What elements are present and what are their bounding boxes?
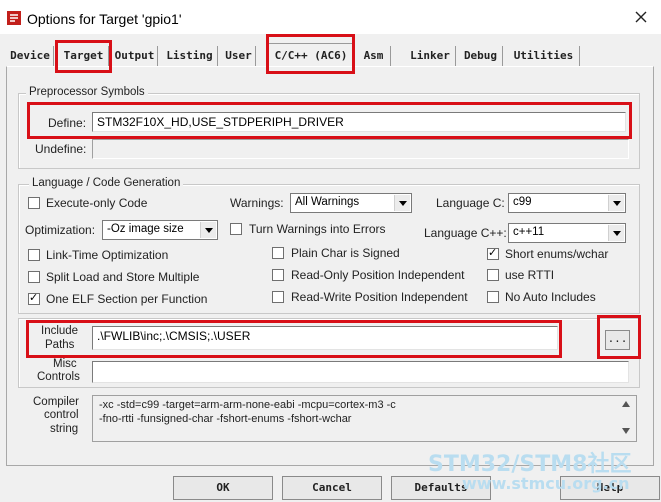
plain-char-signed-checkbox[interactable] bbox=[272, 247, 284, 259]
watermark-url: www.stmcu.org.cn bbox=[462, 474, 630, 493]
tab-cc-ac6[interactable]: C/C++ (AC6) bbox=[268, 43, 354, 67]
optimization-select[interactable]: -Oz image size bbox=[102, 220, 218, 240]
scroll-up-icon[interactable] bbox=[622, 401, 630, 407]
compiler-control-label-2: control bbox=[44, 409, 79, 421]
undefine-label: Undefine: bbox=[35, 142, 87, 156]
cancel-button[interactable]: Cancel bbox=[282, 476, 382, 500]
tab-utilities[interactable]: Utilities bbox=[508, 46, 580, 66]
tab-debug[interactable]: Debug bbox=[459, 46, 503, 66]
ellipsis-icon[interactable]: ... bbox=[605, 330, 630, 350]
preprocessor-group-title: Preprocessor Symbols bbox=[26, 86, 148, 98]
include-paths-input[interactable]: .\FWLIB\inc;.\CMSIS;.\USER bbox=[92, 326, 558, 350]
use-rtti-checkbox[interactable] bbox=[487, 269, 499, 281]
chevron-down-icon[interactable] bbox=[200, 222, 216, 238]
options-dialog: Options for Target 'gpio1' Device Target… bbox=[0, 0, 661, 502]
language-c-select[interactable]: c99 bbox=[508, 193, 626, 213]
tab-target[interactable]: Target bbox=[59, 46, 109, 66]
no-auto-includes-checkbox[interactable] bbox=[487, 291, 499, 303]
ok-button[interactable]: OK bbox=[173, 476, 273, 500]
use-rtti-label: use RTTI bbox=[505, 268, 555, 282]
misc-controls-label-1: Misc bbox=[53, 358, 77, 370]
tab-user[interactable]: User bbox=[222, 46, 256, 66]
chevron-down-icon[interactable] bbox=[608, 195, 624, 211]
short-enums-label: Short enums/wchar bbox=[505, 247, 609, 261]
define-input[interactable]: STM32F10X_HD,USE_STDPERIPH_DRIVER bbox=[92, 112, 626, 132]
turn-warnings-errors-checkbox[interactable] bbox=[230, 223, 242, 235]
tab-output[interactable]: Output bbox=[112, 46, 158, 66]
warnings-label: Warnings: bbox=[230, 196, 284, 210]
define-label: Define: bbox=[48, 116, 87, 130]
compiler-control-label-3: string bbox=[50, 423, 79, 435]
language-c-value: c99 bbox=[513, 196, 532, 208]
chevron-down-icon[interactable] bbox=[394, 195, 410, 211]
readonly-pos-indep-checkbox[interactable] bbox=[272, 269, 284, 281]
compiler-control-label-1: Compiler bbox=[33, 396, 80, 408]
language-cpp-value: c++11 bbox=[513, 226, 545, 238]
compiler-control-line-2: -fno-rtti -funsigned-char -fshort-enums … bbox=[99, 413, 352, 425]
turn-warnings-errors-label: Turn Warnings into Errors bbox=[249, 222, 386, 236]
link-time-opt-checkbox[interactable] bbox=[28, 249, 40, 261]
execute-only-checkbox[interactable] bbox=[28, 197, 40, 209]
tab-asm[interactable]: Asm bbox=[357, 46, 391, 66]
title-bar: Options for Target 'gpio1' bbox=[0, 0, 661, 34]
tab-listing[interactable]: Listing bbox=[162, 46, 218, 66]
split-load-store-checkbox[interactable] bbox=[28, 271, 40, 283]
one-elf-section-checkbox[interactable] bbox=[28, 291, 40, 305]
one-elf-section-label: One ELF Section per Function bbox=[46, 292, 208, 306]
tab-device[interactable]: Device bbox=[7, 46, 54, 66]
scroll-down-icon[interactable] bbox=[622, 428, 630, 434]
optimization-value: -Oz image size bbox=[107, 223, 184, 235]
compiler-control-string: -xc -std=c99 -target=arm-arm-none-eabi -… bbox=[92, 395, 637, 442]
language-cpp-select[interactable]: c++11 bbox=[508, 223, 626, 243]
readwrite-pos-indep-checkbox[interactable] bbox=[272, 291, 284, 303]
execute-only-label: Execute-only Code bbox=[46, 196, 148, 210]
optimization-label: Optimization: bbox=[25, 223, 96, 237]
window-title: Options for Target 'gpio1' bbox=[27, 11, 182, 27]
undefine-input bbox=[92, 139, 629, 159]
language-c-label: Language C: bbox=[436, 196, 505, 210]
warnings-select[interactable]: All Warnings bbox=[290, 193, 412, 213]
compiler-control-line-1: -xc -std=c99 -target=arm-arm-none-eabi -… bbox=[99, 399, 396, 411]
chevron-down-icon[interactable] bbox=[608, 225, 624, 241]
keil-options-icon bbox=[7, 11, 21, 25]
language-cpp-label: Language C++: bbox=[424, 226, 507, 240]
include-paths-label-2: Paths bbox=[45, 339, 75, 351]
split-load-store-label: Split Load and Store Multiple bbox=[46, 270, 200, 284]
readwrite-pos-indep-label: Read-Write Position Independent bbox=[291, 290, 468, 304]
misc-controls-input[interactable] bbox=[92, 361, 629, 383]
codegen-group-title: Language / Code Generation bbox=[29, 177, 184, 189]
no-auto-includes-label: No Auto Includes bbox=[505, 290, 596, 304]
plain-char-signed-label: Plain Char is Signed bbox=[291, 246, 400, 260]
short-enums-checkbox[interactable] bbox=[487, 246, 499, 260]
warnings-value: All Warnings bbox=[295, 196, 360, 208]
readonly-pos-indep-label: Read-Only Position Independent bbox=[291, 268, 465, 282]
link-time-opt-label: Link-Time Optimization bbox=[46, 248, 169, 262]
misc-controls-label-2: Controls bbox=[37, 371, 80, 383]
include-paths-label-1: Include bbox=[41, 325, 79, 337]
tab-linker[interactable]: Linker bbox=[405, 46, 456, 66]
tab-strip: Device Target Output Listing User C/C++ … bbox=[0, 43, 661, 67]
close-icon[interactable] bbox=[626, 4, 656, 30]
